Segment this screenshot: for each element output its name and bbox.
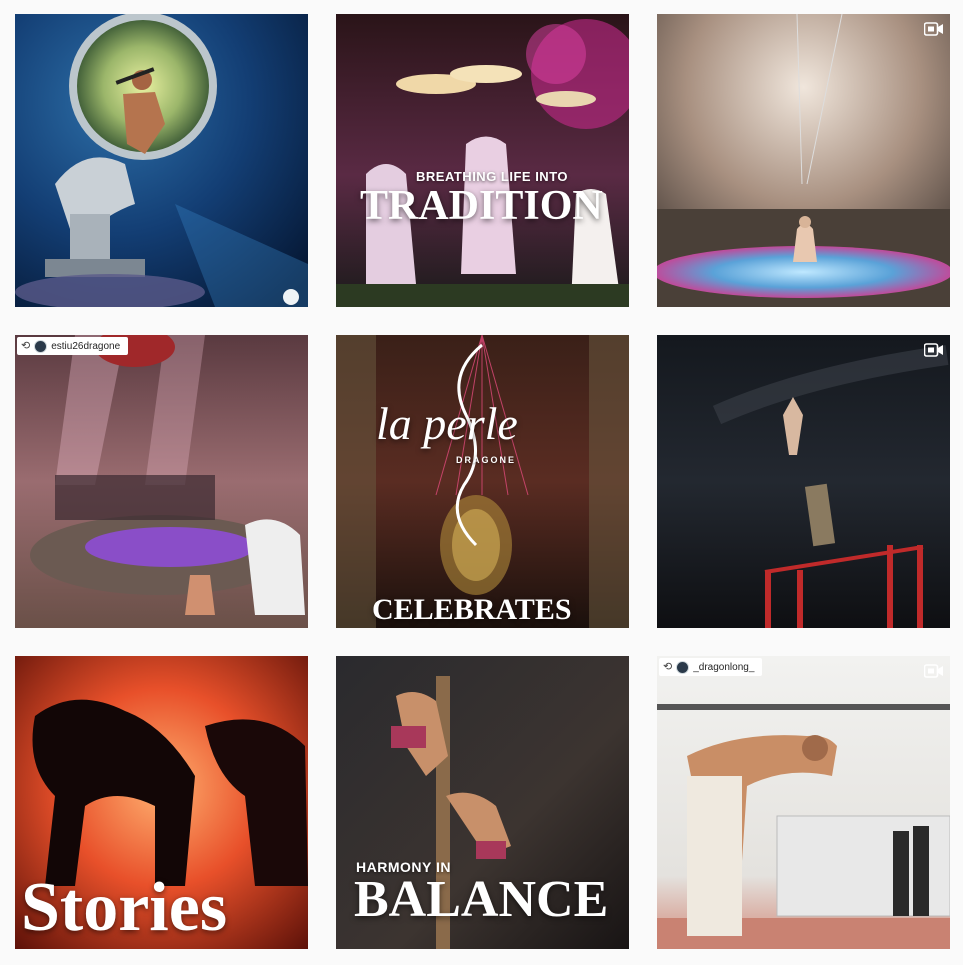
post-tile-9[interactable]: ⟲ _dragonlong_	[657, 656, 950, 949]
post-grid: BREATHING LIFE INTO TRADITION ⟲ estiu26d…	[0, 0, 963, 965]
repost-badge[interactable]: ⟲ _dragonlong_	[659, 658, 763, 676]
post-image	[657, 656, 950, 949]
post-tile-1[interactable]	[15, 14, 308, 307]
post-caption-small: DRAGONE	[456, 455, 517, 465]
post-image	[336, 335, 629, 628]
post-tile-5[interactable]: la perle DRAGONE CELEBRATES	[336, 335, 629, 628]
repost-icon: ⟲	[21, 339, 31, 352]
post-image	[657, 335, 950, 628]
post-caption-big: CELEBRATES	[372, 593, 572, 626]
post-image	[15, 335, 308, 628]
post-tile-8[interactable]: HARMONY IN BALANCE	[336, 656, 629, 949]
post-tile-6[interactable]	[657, 335, 950, 628]
avatar	[676, 660, 690, 674]
post-tile-4[interactable]: ⟲ estiu26dragone	[15, 335, 308, 628]
video-camera-icon	[924, 22, 943, 36]
repost-username: estiu26dragone	[51, 340, 121, 352]
post-tile-3[interactable]	[657, 14, 950, 307]
repost-badge[interactable]: ⟲ estiu26dragone	[17, 337, 129, 355]
video-camera-icon	[924, 343, 943, 357]
video-camera-icon	[924, 664, 943, 678]
avatar	[34, 339, 48, 353]
repost-username: _dragonlong_	[693, 661, 755, 673]
repost-icon: ⟲	[663, 660, 673, 673]
post-caption-big: TRADITION	[360, 183, 603, 229]
post-tile-2[interactable]: BREATHING LIFE INTO TRADITION	[336, 14, 629, 307]
post-caption-big: Stories	[21, 869, 228, 946]
post-image	[657, 14, 950, 307]
post-tile-7[interactable]: Stories	[15, 656, 308, 949]
post-image	[336, 14, 629, 307]
post-image	[15, 14, 308, 307]
post-caption-big: BALANCE	[354, 871, 609, 928]
brand-logo: la perle	[376, 398, 518, 449]
